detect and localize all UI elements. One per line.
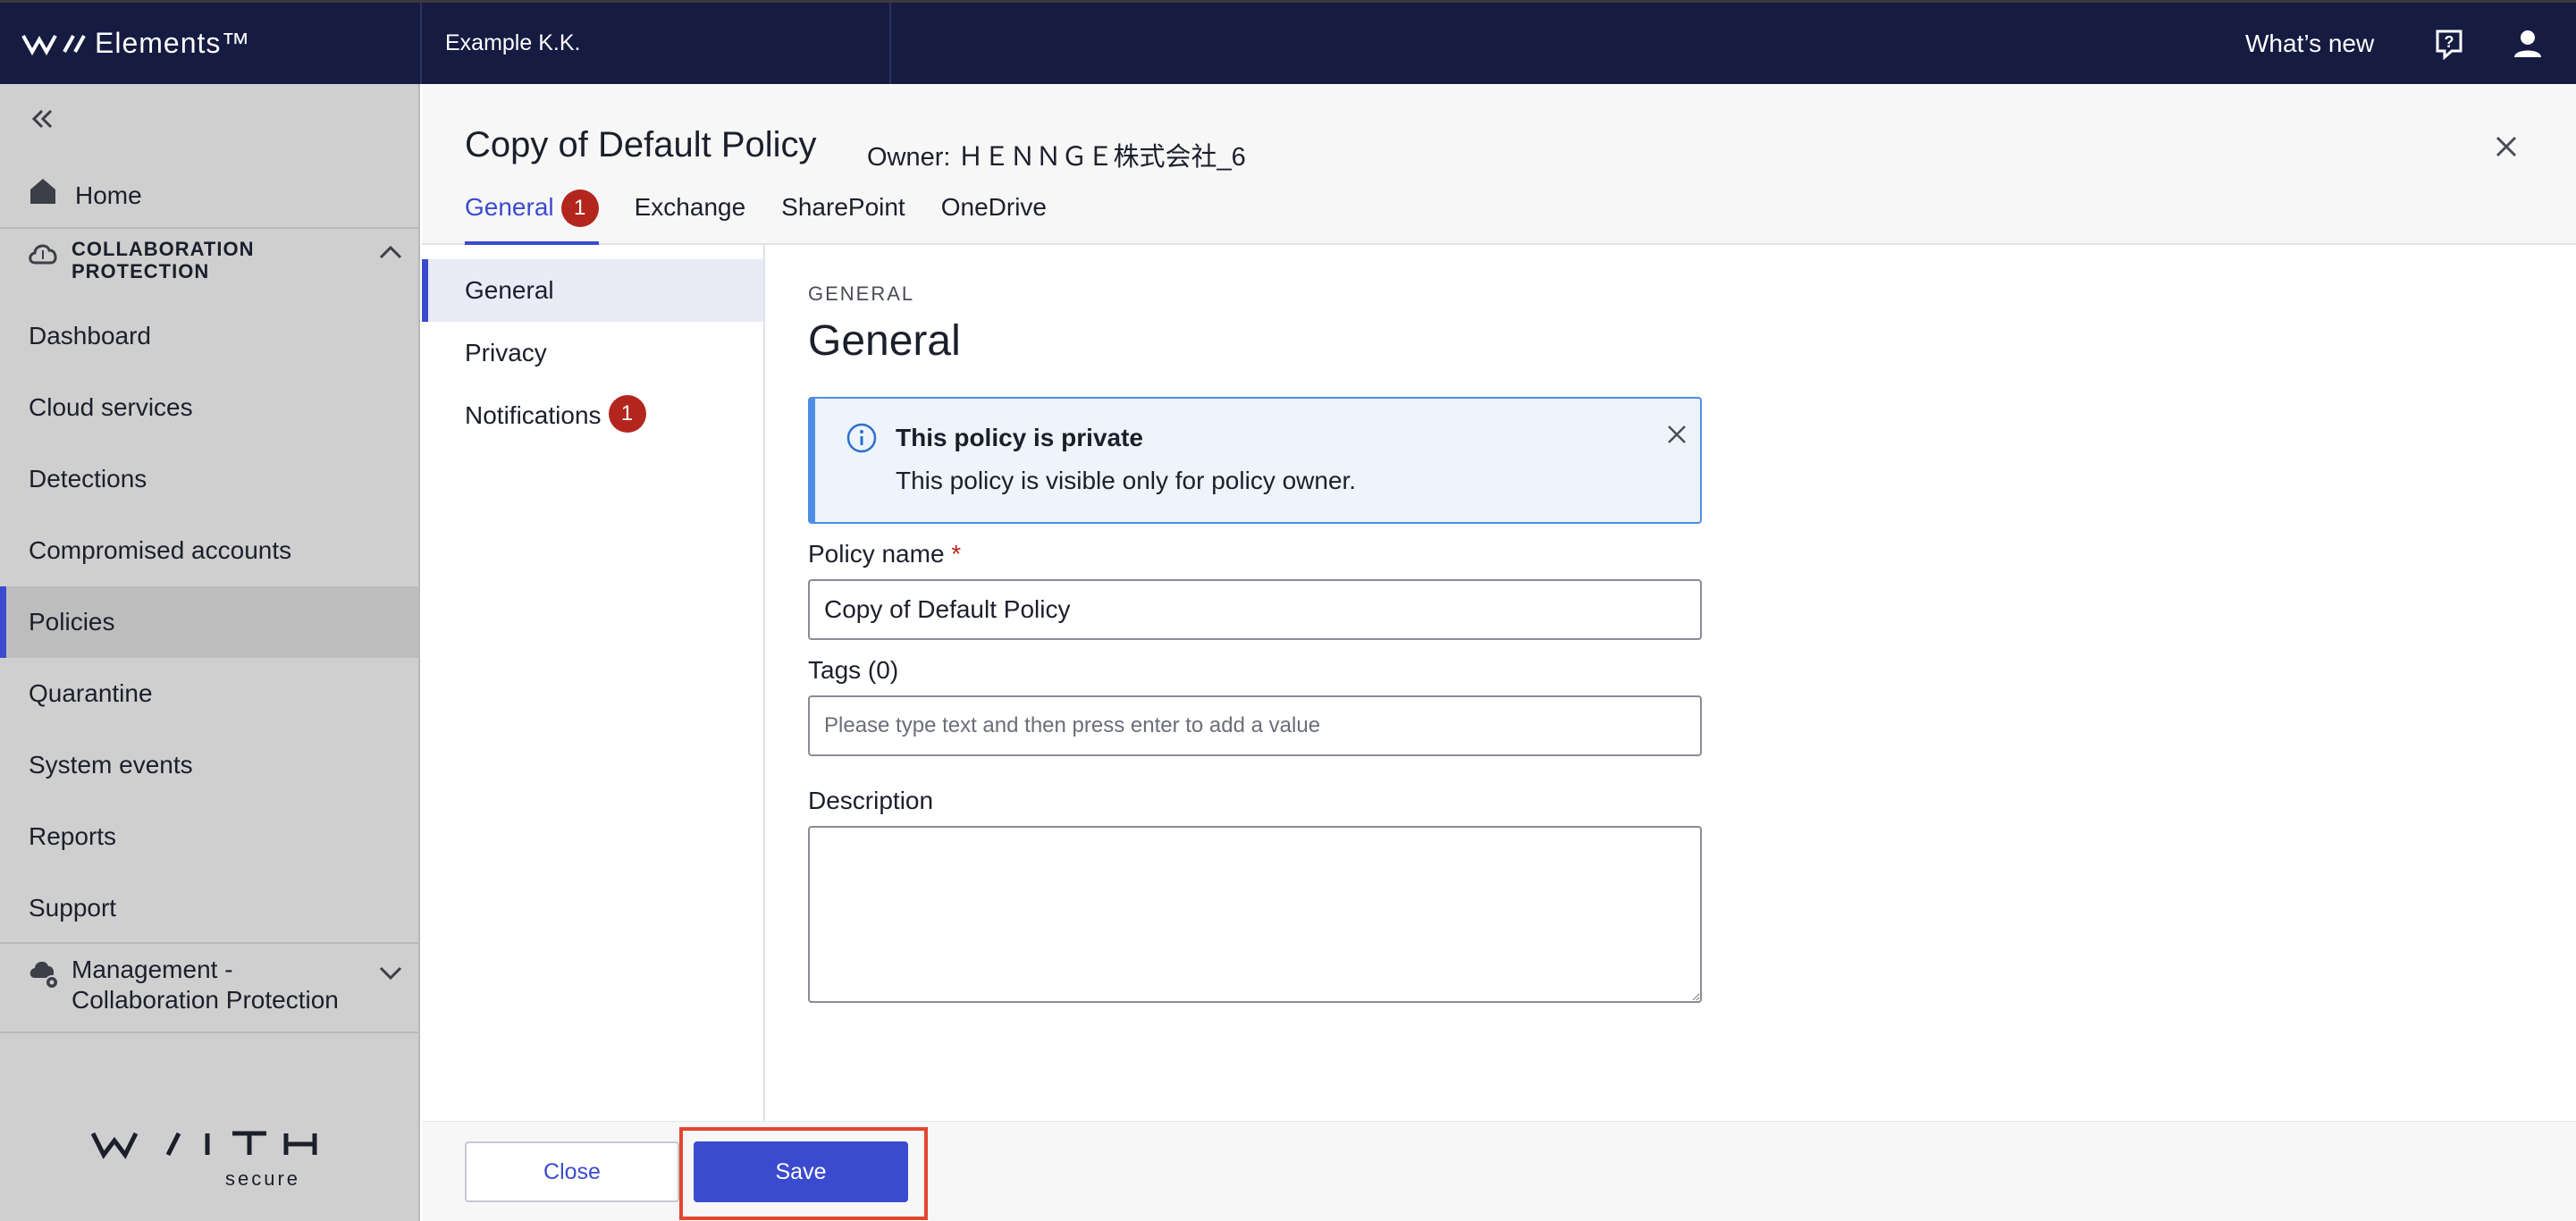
cloud-gear-icon (29, 961, 59, 989)
sidebar-item-detections[interactable]: Detections (0, 443, 418, 515)
management-label: Management - Collaboration Protection (72, 956, 339, 1014)
panel-footer: Close Save (422, 1121, 2576, 1221)
section-label: COLLABORATION PROTECTION (72, 238, 255, 282)
sidebar: Home COLLABORATION PROTECTION Dashboard … (0, 84, 420, 1221)
tab-exchange[interactable]: Exchange (635, 191, 746, 245)
sidebar-item-dashboard[interactable]: Dashboard (0, 300, 418, 372)
dismiss-notice-icon[interactable] (1661, 418, 1693, 451)
description-label: Description (808, 787, 934, 814)
svg-text:secure: secure (225, 1167, 300, 1190)
tab-label: General (465, 193, 554, 221)
policy-header: Copy of Default Policy Owner: ＨＥＮＮＧＥ株式会社… (422, 84, 2576, 245)
description-textarea[interactable] (808, 826, 1702, 1003)
subnav-item-general[interactable]: General (422, 259, 763, 322)
policy-owner: Owner: ＨＥＮＮＧＥ株式会社_6 (867, 143, 1246, 172)
brand-name: Elements™ (95, 27, 251, 59)
subnav-item-privacy[interactable]: Privacy (422, 322, 763, 384)
sidebar-item-support[interactable]: Support (0, 872, 418, 944)
sidebar-item-reports[interactable]: Reports (0, 801, 418, 872)
error-count-badge: 1 (608, 395, 646, 433)
subnav-item-label: Notifications (465, 401, 602, 429)
sidebar-item-home[interactable]: Home (0, 159, 418, 223)
chevron-down-icon (379, 966, 402, 981)
sidebar-item-compromised-accounts[interactable]: Compromised accounts (0, 515, 418, 586)
close-button[interactable]: Close (465, 1141, 679, 1202)
sidebar-divider (0, 1032, 418, 1033)
policy-name-label-text: Policy name (808, 540, 945, 568)
brand-logo-icon (21, 34, 86, 55)
save-button[interactable]: Save (694, 1141, 908, 1202)
policy-name-input[interactable] (808, 579, 1702, 640)
tab-onedrive[interactable]: OneDrive (941, 191, 1047, 245)
sidebar-item-policies[interactable]: Policies (0, 586, 418, 658)
sidebar-item-system-events[interactable]: System events (0, 729, 418, 801)
top-bar-divider (420, 3, 422, 84)
collapse-sidebar-icon[interactable] (27, 104, 57, 134)
settings-subnav: General Privacy Notifications 1 (422, 245, 765, 1121)
policy-name-label: Policy name * (808, 540, 961, 568)
sidebar-item-quarantine[interactable]: Quarantine (0, 658, 418, 729)
section-eyebrow: GENERAL (808, 282, 915, 305)
general-settings: GENERAL General This policy is private T… (767, 245, 2576, 1121)
tab-sharepoint[interactable]: SharePoint (781, 191, 905, 245)
policy-tabs: General 1 Exchange SharePoint OneDrive (465, 189, 1047, 245)
cloud-shield-icon (29, 244, 57, 265)
close-panel-icon[interactable] (2490, 131, 2522, 163)
tab-general[interactable]: General 1 (465, 189, 599, 245)
info-icon (846, 423, 877, 453)
home-icon (30, 179, 55, 204)
management-section[interactable]: Management - Collaboration Protection (0, 944, 418, 1033)
withsecure-logo: secure (90, 1131, 317, 1190)
whats-new-link[interactable]: What’s new (2245, 3, 2374, 84)
notice-title: This policy is private (896, 424, 1143, 451)
policy-title: Copy of Default Policy (465, 125, 817, 164)
collaboration-protection-section[interactable]: COLLABORATION PROTECTION (0, 225, 418, 300)
organization-name[interactable]: Example K.K. (445, 3, 580, 84)
brand[interactable]: Elements™ (21, 3, 250, 84)
help-icon[interactable]: ? (2431, 26, 2467, 62)
tags-label: Tags (0) (808, 656, 899, 684)
user-account-icon[interactable] (2510, 26, 2546, 62)
private-policy-notice: This policy is private This policy is vi… (808, 397, 1702, 524)
section-title: General (808, 317, 961, 365)
sidebar-item-cloud-services[interactable]: Cloud services (0, 372, 418, 443)
svg-text:?: ? (2445, 33, 2454, 51)
notice-text: This policy is visible only for policy o… (896, 467, 1357, 494)
top-bar: Elements™ Example K.K. What’s new ? (0, 0, 2576, 84)
sidebar-item-label: Home (75, 181, 142, 209)
chevron-up-icon (379, 245, 402, 259)
error-count-badge: 1 (560, 189, 599, 227)
required-marker: * (951, 540, 962, 568)
tags-input[interactable] (808, 695, 1702, 756)
subnav-item-notifications[interactable]: Notifications 1 (422, 384, 763, 447)
top-bar-divider (889, 3, 891, 84)
